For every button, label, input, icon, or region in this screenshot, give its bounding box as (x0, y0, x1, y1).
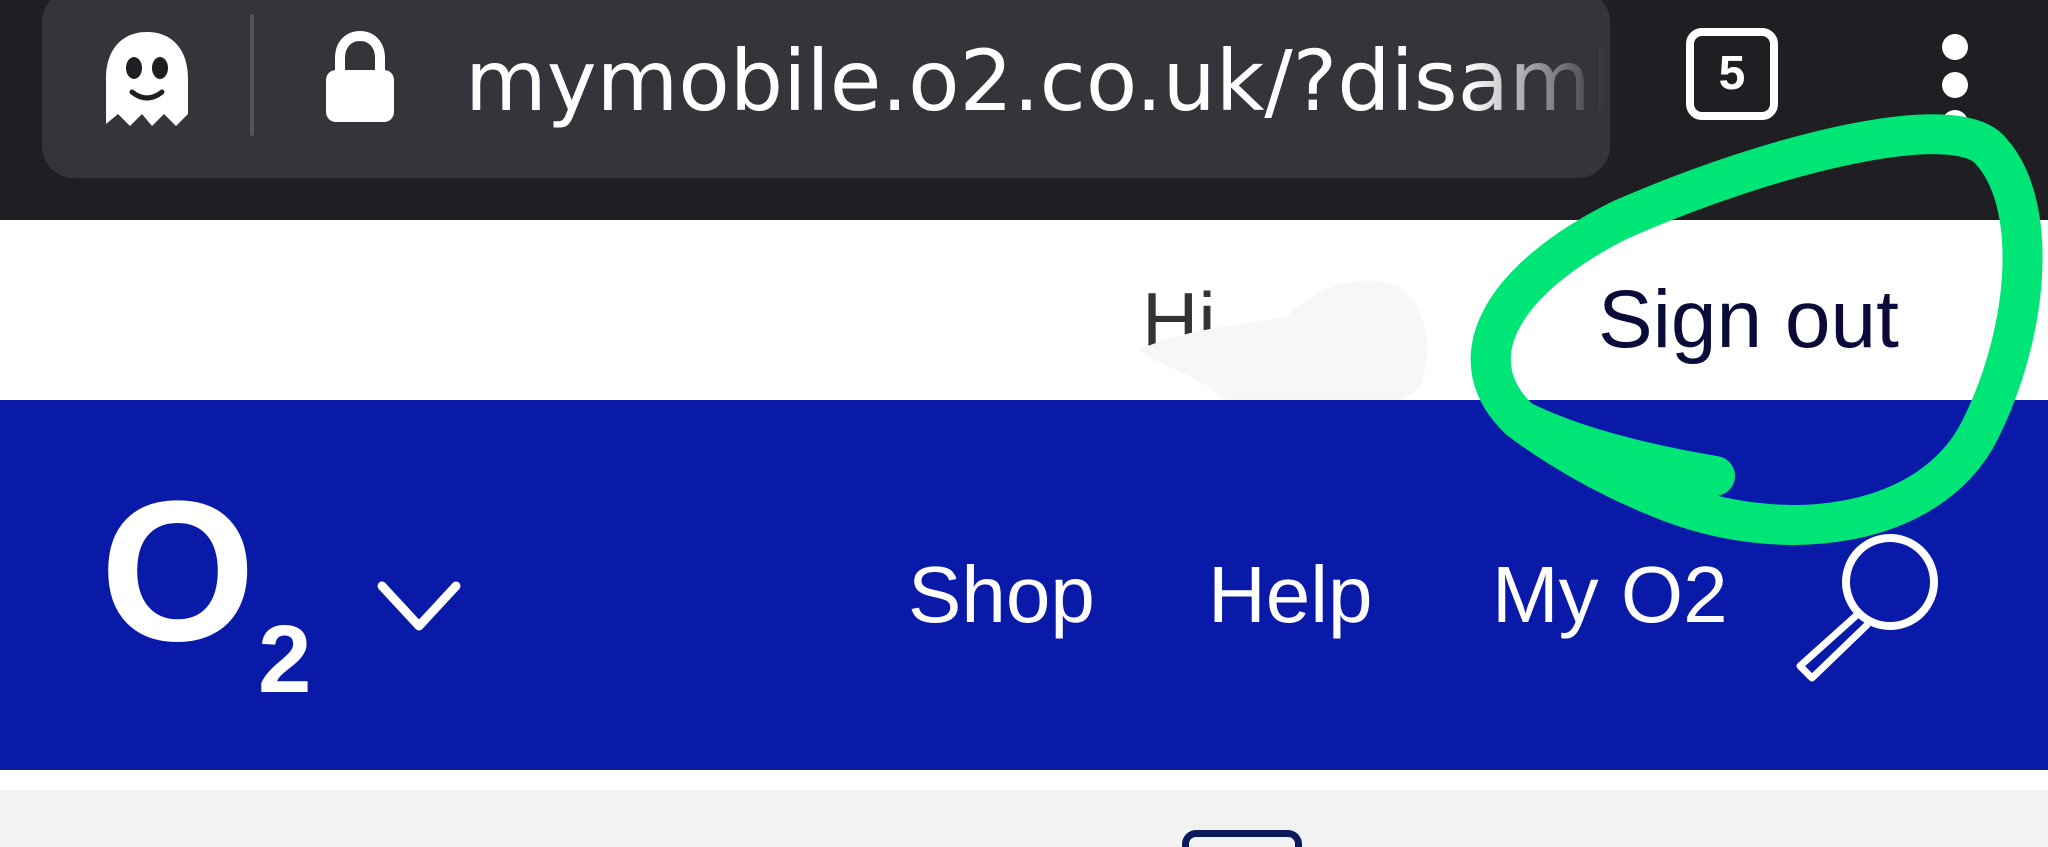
browser-toolbar: mymobile.o2.co.uk/?disambi 5 (0, 0, 2048, 220)
logo-subscript: 2 (258, 606, 311, 700)
address-bar-divider (250, 14, 254, 136)
page-content (0, 770, 2048, 847)
sign-out-link[interactable]: Sign out (1598, 270, 1899, 370)
nav-shop[interactable]: Shop (908, 540, 1095, 650)
url-text[interactable]: mymobile.o2.co.uk/?disambi (465, 26, 1605, 136)
search-icon[interactable] (1786, 526, 1946, 682)
o2-logo[interactable]: O 2 (100, 470, 320, 700)
tab-switcher-button[interactable]: 5 (1686, 28, 1778, 120)
page: mymobile.o2.co.uk/?disambi 5 Hi Sign out… (0, 0, 2048, 847)
lock-icon[interactable] (322, 30, 398, 124)
ghost-icon[interactable] (92, 28, 202, 132)
nav-my-o2[interactable]: My O2 (1492, 540, 1728, 650)
nav-help[interactable]: Help (1208, 540, 1373, 650)
redaction-scribble (1138, 280, 1428, 411)
menu-dots-icon[interactable] (1934, 30, 1978, 140)
account-separator (1504, 286, 1510, 372)
chevron-down-icon[interactable] (376, 578, 462, 636)
content-icon (1182, 830, 1302, 847)
logo-letter: O (100, 470, 256, 683)
